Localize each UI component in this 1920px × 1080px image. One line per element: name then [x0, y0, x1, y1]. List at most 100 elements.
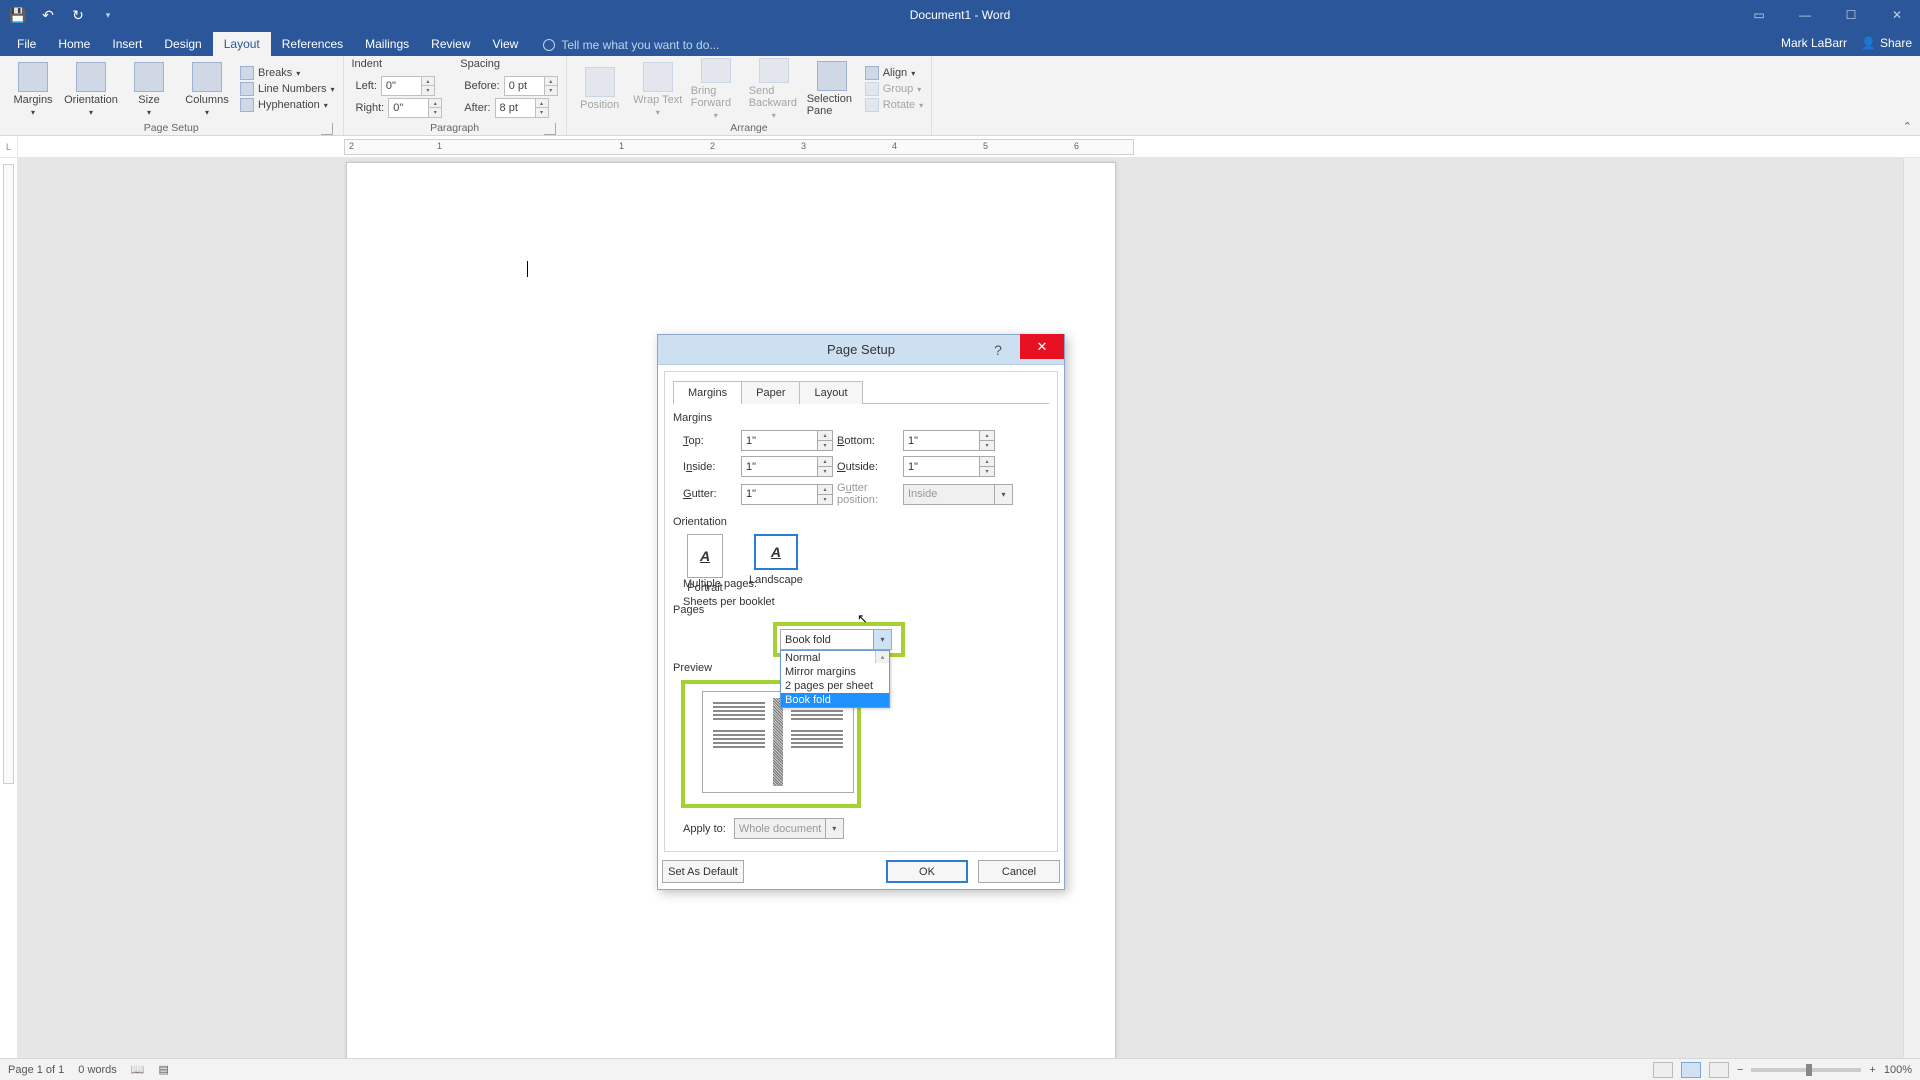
breaks-button[interactable]: Breaks▾ [240, 66, 335, 80]
group-arrange: Position Wrap Text▾ Bring Forward▾ Send … [567, 56, 932, 135]
tab-file[interactable]: File [6, 32, 47, 56]
position-button: Position [575, 58, 625, 120]
status-page[interactable]: Page 1 of 1 [8, 1064, 64, 1076]
label-inside: Inside: [683, 461, 741, 473]
option-2-pages-per-sheet[interactable]: 2 pages per sheet [781, 679, 889, 693]
tab-design[interactable]: Design [153, 32, 212, 56]
send-backward-icon [759, 58, 789, 83]
status-bar: Page 1 of 1 0 words 📖 ▤ − + 100% [0, 1058, 1920, 1080]
save-icon[interactable]: 💾 [10, 7, 26, 23]
wrap-text-icon [643, 62, 673, 92]
indent-left[interactable]: Left:0"▴▾ [352, 76, 443, 96]
spacing-after[interactable]: After:8 pt▴▾ [460, 98, 557, 118]
hyphenation-button[interactable]: Hyphenation▾ [240, 98, 335, 112]
collapse-ribbon-icon[interactable]: ⌃ [1903, 120, 1912, 133]
tab-selector[interactable]: L [0, 136, 18, 158]
selection-pane-button[interactable]: Selection Pane [807, 58, 857, 120]
minimize-icon[interactable]: — [1782, 0, 1828, 30]
multiple-pages-combo[interactable]: Book fold ▾ [780, 629, 892, 650]
cancel-button[interactable]: Cancel [978, 860, 1060, 883]
zoom-out-icon[interactable]: − [1737, 1064, 1743, 1076]
indent-right[interactable]: Right:0"▴▾ [352, 98, 443, 118]
dialog-title-bar[interactable]: Page Setup ? ✕ [658, 335, 1064, 365]
status-words[interactable]: 0 words [78, 1064, 117, 1076]
read-mode-icon[interactable] [1653, 1062, 1673, 1078]
apply-to-combo[interactable]: Whole document▾ [734, 818, 844, 839]
dialog-tab-layout[interactable]: Layout [799, 381, 862, 404]
redo-icon[interactable]: ↻ [70, 7, 86, 23]
maximize-icon[interactable]: ☐ [1828, 0, 1874, 30]
undo-icon[interactable]: ↶ [40, 7, 56, 23]
vertical-scrollbar[interactable] [1903, 158, 1920, 1058]
breaks-icon [240, 66, 254, 80]
input-bottom[interactable]: 1"▴▾ [903, 430, 995, 451]
web-layout-icon[interactable] [1709, 1062, 1729, 1078]
ribbon-display-options-icon[interactable]: ▭ [1736, 0, 1782, 30]
dialog-tabs: Margins Paper Layout [673, 380, 1049, 404]
group-icon [865, 82, 879, 96]
page-setup-launcher-icon[interactable] [321, 123, 333, 135]
columns-button[interactable]: Columns▾ [182, 58, 232, 120]
selection-pane-icon [817, 61, 847, 91]
tab-mailings[interactable]: Mailings [354, 32, 420, 56]
tab-review[interactable]: Review [420, 32, 481, 56]
print-layout-icon[interactable] [1681, 1062, 1701, 1078]
tab-view[interactable]: View [482, 32, 530, 56]
tab-home[interactable]: Home [47, 32, 101, 56]
tell-me-placeholder: Tell me what you want to do... [561, 38, 719, 52]
ok-button[interactable]: OK [886, 860, 968, 883]
input-inside[interactable]: 1"▴▾ [741, 456, 833, 477]
orientation-button[interactable]: Orientation▾ [66, 58, 116, 120]
wrap-text-button: Wrap Text▾ [633, 58, 683, 120]
align-button[interactable]: Align▾ [865, 66, 923, 80]
zoom-slider[interactable] [1751, 1068, 1861, 1072]
ribbon: Margins▾ Orientation▾ Size▾ Columns▾ Bre… [0, 56, 1920, 136]
chevron-down-icon[interactable]: ▾ [873, 630, 891, 649]
zoom-level[interactable]: 100% [1884, 1064, 1912, 1076]
tab-layout[interactable]: Layout [213, 32, 271, 56]
spell-check-icon[interactable]: 📖 [131, 1063, 145, 1076]
document-title: Document1 - Word [910, 8, 1010, 22]
dialog-close-icon[interactable]: ✕ [1020, 334, 1064, 359]
share-button[interactable]: 👤 Share [1861, 36, 1912, 50]
close-icon[interactable]: ✕ [1874, 0, 1920, 30]
dropdown-scroll-up-icon[interactable]: ▴ [875, 651, 889, 663]
input-top[interactable]: 1"▴▾ [741, 430, 833, 451]
text-cursor [527, 261, 528, 277]
input-outside[interactable]: 1"▴▾ [903, 456, 995, 477]
option-normal[interactable]: Normal [781, 651, 889, 665]
size-button[interactable]: Size▾ [124, 58, 174, 120]
vertical-ruler[interactable] [0, 158, 18, 1058]
paragraph-launcher-icon[interactable] [544, 123, 556, 135]
group-label-arrange: Arrange [730, 122, 767, 134]
set-as-default-button[interactable]: Set As Default [662, 860, 744, 883]
macro-icon[interactable]: ▤ [159, 1063, 169, 1076]
input-gutter[interactable]: 1"▴▾ [741, 484, 833, 505]
margins-icon [18, 62, 48, 92]
option-book-fold[interactable]: Book fold [781, 693, 889, 707]
dialog-tab-margins[interactable]: Margins [673, 381, 742, 404]
dialog-title: Page Setup [827, 342, 895, 357]
spacing-before[interactable]: Before:0 pt▴▾ [460, 76, 557, 96]
dialog-tab-paper[interactable]: Paper [741, 381, 800, 404]
tab-insert[interactable]: Insert [101, 32, 153, 56]
multiple-pages-highlight: Book fold ▾ ▴ Normal Mirror margins 2 pa… [773, 622, 905, 657]
dialog-help-icon[interactable]: ? [978, 335, 1018, 365]
qat-dropdown-icon[interactable]: ▾ [100, 7, 116, 23]
bring-forward-icon [701, 58, 731, 83]
page-setup-dialog: Page Setup ? ✕ Margins Paper Layout Marg… [657, 334, 1065, 890]
margins-button[interactable]: Margins▾ [8, 58, 58, 120]
horizontal-ruler[interactable]: 2 1 1 2 3 4 5 6 [18, 136, 1920, 157]
option-mirror-margins[interactable]: Mirror margins [781, 665, 889, 679]
line-numbers-button[interactable]: Line Numbers▾ [240, 82, 335, 96]
label-sheets-per-booklet: Sheets per booklet [683, 596, 775, 608]
rotate-icon [865, 98, 879, 112]
spacing-head: Spacing [460, 58, 557, 74]
zoom-in-icon[interactable]: + [1869, 1064, 1875, 1076]
label-gutter-pos: Gutter position: [837, 482, 903, 506]
user-name[interactable]: Mark LaBarr [1781, 36, 1847, 50]
tab-references[interactable]: References [271, 32, 354, 56]
tell-me-search[interactable]: Tell me what you want to do... [537, 38, 725, 56]
rotate-button: Rotate▾ [865, 98, 923, 112]
horizontal-ruler-row: L 2 1 1 2 3 4 5 6 [0, 136, 1920, 158]
